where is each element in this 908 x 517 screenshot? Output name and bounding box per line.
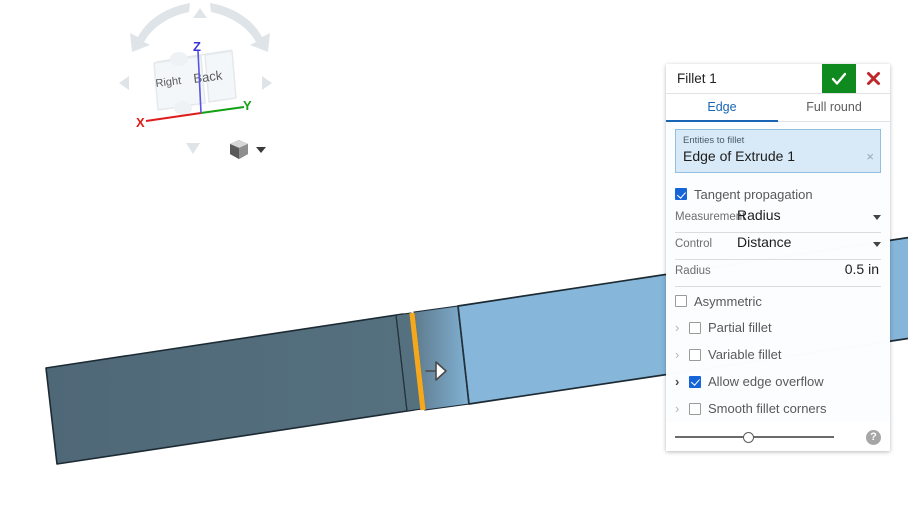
accept-button[interactable]	[822, 64, 856, 93]
asymmetric-label[interactable]: Asymmetric	[694, 294, 762, 309]
dialog-tabs[interactable]: Edge Full round	[666, 94, 890, 122]
measurement-dropdown-icon[interactable]	[873, 215, 881, 220]
dialog-footer[interactable]: ?	[666, 422, 890, 451]
close-x-icon	[866, 72, 880, 85]
allow-edge-overflow-checkbox[interactable]	[689, 375, 701, 388]
control-label: Control	[675, 238, 713, 250]
variable-fillet-label[interactable]: Variable fillet	[708, 347, 781, 362]
nav-down-arrow[interactable]	[186, 143, 200, 154]
entities-clear-icon[interactable]: ×	[866, 150, 874, 163]
control-value[interactable]: Distance	[737, 234, 867, 250]
variable-fillet-expand-icon[interactable]: ›	[675, 348, 689, 361]
shaded-cube-icon[interactable]	[228, 138, 252, 162]
model-face-dark[interactable]	[45, 313, 415, 465]
display-style-button[interactable]	[228, 138, 274, 162]
asymmetric-checkbox[interactable]	[675, 295, 687, 307]
variable-fillet-checkbox[interactable]	[689, 348, 701, 361]
radius-row[interactable]: Radius 0.5 in	[675, 261, 881, 287]
control-dropdown-icon[interactable]	[873, 242, 881, 247]
entities-field-label: Entities to fillet	[683, 135, 745, 146]
nav-up-arrow[interactable]	[193, 8, 207, 18]
axis-label-y: Y	[243, 98, 252, 113]
measurement-value[interactable]: Radius	[737, 207, 867, 223]
checkmark-icon	[831, 72, 847, 85]
tangent-propagation-row[interactable]: Tangent propagation	[675, 181, 881, 207]
dialog-header[interactable]: Fillet 1	[666, 64, 890, 94]
smooth-fillet-corners-label[interactable]: Smooth fillet corners	[708, 401, 827, 416]
radius-label: Radius	[675, 265, 711, 277]
view-cube[interactable]: Right Back	[153, 49, 237, 115]
slider-track	[675, 436, 834, 438]
smooth-fillet-corners-checkbox[interactable]	[689, 402, 701, 415]
measurement-row[interactable]: Measurement Radius	[675, 207, 881, 233]
dialog-body: Entities to fillet Edge of Extrude 1 × T…	[666, 122, 890, 422]
axis-label-x: X	[136, 115, 145, 130]
rotate-right-arrow[interactable]	[210, 3, 270, 52]
entities-to-fillet-field[interactable]: Entities to fillet Edge of Extrude 1 ×	[675, 129, 881, 173]
edge-select-arrow-cursor	[425, 361, 447, 381]
slider-handle[interactable]	[743, 431, 754, 443]
tangent-propagation-checkbox[interactable]	[675, 188, 687, 200]
axis-label-z: Z	[193, 39, 201, 54]
opacity-slider[interactable]	[675, 430, 862, 444]
partial-fillet-expand-icon[interactable]: ›	[675, 321, 689, 334]
nav-left-arrow[interactable]	[119, 76, 129, 90]
measurement-label: Measurement	[675, 211, 746, 223]
nav-right-arrow[interactable]	[262, 76, 272, 90]
tab-full-round[interactable]: Full round	[778, 94, 890, 122]
allow-edge-overflow-label[interactable]: Allow edge overflow	[708, 374, 824, 389]
allow-edge-overflow-row[interactable]: › Allow edge overflow	[675, 368, 881, 395]
radius-input[interactable]: 0.5 in	[737, 261, 881, 277]
dialog-title: Fillet 1	[677, 71, 717, 86]
cancel-button[interactable]	[856, 64, 890, 93]
asymmetric-row[interactable]: Asymmetric	[675, 288, 881, 314]
smooth-fillet-corners-expand-icon[interactable]: ›	[675, 402, 689, 415]
partial-fillet-checkbox[interactable]	[689, 321, 701, 334]
rotate-left-arrow[interactable]	[130, 3, 190, 52]
allow-edge-overflow-expand-icon[interactable]: ›	[675, 375, 689, 388]
partial-fillet-label[interactable]: Partial fillet	[708, 320, 772, 335]
tangent-propagation-label[interactable]: Tangent propagation	[694, 187, 813, 202]
control-row[interactable]: Control Distance	[675, 234, 881, 260]
variable-fillet-row[interactable]: › Variable fillet	[675, 341, 881, 368]
partial-fillet-row[interactable]: › Partial fillet	[675, 314, 881, 341]
smooth-fillet-corners-row[interactable]: › Smooth fillet corners	[675, 395, 881, 422]
fillet-dialog[interactable]: Fillet 1 Edge Full round Entities to fil…	[666, 64, 890, 451]
entities-field-value: Edge of Extrude 1	[683, 148, 796, 164]
chevron-down-icon[interactable]	[256, 147, 266, 153]
help-icon[interactable]: ?	[866, 429, 881, 445]
tab-edge[interactable]: Edge	[666, 94, 778, 122]
